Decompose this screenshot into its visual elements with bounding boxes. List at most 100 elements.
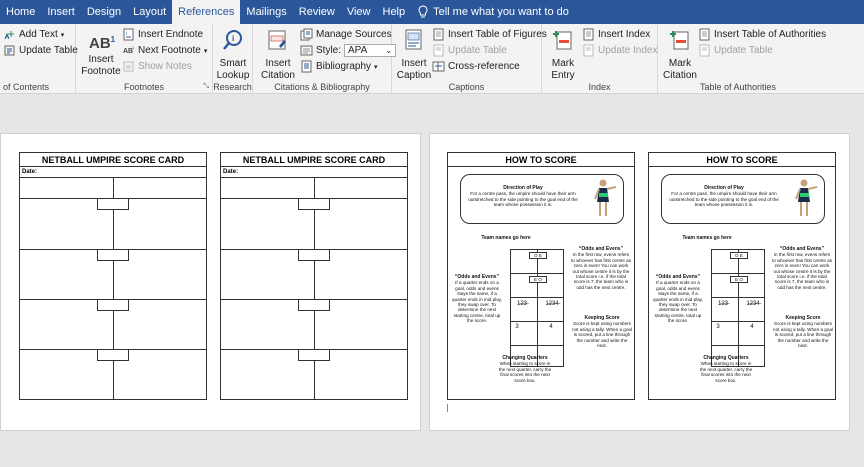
direction-of-play-title: Direction of Play <box>704 185 744 191</box>
update-index-icon <box>583 44 594 57</box>
add-text-label: Add Text <box>19 29 58 40</box>
manage-sources-button[interactable]: Manage Sources <box>300 28 392 41</box>
update-table-authorities-button[interactable]: Update Table <box>698 44 773 57</box>
quarter-box <box>97 349 129 361</box>
group-footnotes: AB1 Insert Footnote i Insert Endnote AB 1… <box>76 24 213 94</box>
tab-insert[interactable]: Insert <box>41 0 81 24</box>
keeping-score-body: Score is kept using numbers not using a … <box>773 321 833 349</box>
citation-style-selector[interactable]: Style: APA ⌄ <box>300 44 397 57</box>
style-select[interactable]: APA ⌄ <box>344 44 397 57</box>
odds-evens-body: If a quarter ends on a goal, odds and ev… <box>452 280 502 324</box>
how-to-score-title: HOW TO SCORE <box>448 153 634 167</box>
svg-text:i: i <box>232 34 234 43</box>
changing-quarters-body: When starting to score in the next quart… <box>498 361 552 383</box>
ribbon: Add Text ▾ Update Table of Contents AB1 I… <box>0 24 864 94</box>
insert-table-of-authorities-button[interactable]: Insert Table of Authorities <box>698 28 826 41</box>
insert-caption-button[interactable]: Insert Caption <box>394 28 434 82</box>
team-names-note: Team names go here <box>476 235 536 241</box>
caption-icon <box>405 29 422 50</box>
dialog-launcher-icon[interactable]: ⤡ <box>203 83 209 91</box>
tab-help[interactable]: Help <box>377 0 412 24</box>
table-of-figures-icon <box>433 28 444 41</box>
tab-mailings[interactable]: Mailings <box>240 0 292 24</box>
cross-reference-label: Cross-reference <box>448 61 520 72</box>
update-table-icon <box>4 45 15 56</box>
keeping-score-note: Keeping Score Score is kept using numbers… <box>773 315 833 348</box>
insert-index-label: Insert Index <box>598 29 651 40</box>
score-card-date-label: Date: <box>20 167 206 178</box>
svg-text:1: 1 <box>132 45 135 50</box>
next-footnote-label: Next Footnote <box>138 45 201 56</box>
group-label-captions: Captions <box>448 82 485 92</box>
add-text-button[interactable]: Add Text ▾ <box>3 28 64 41</box>
insert-citation-button[interactable]: Insert Citation <box>256 28 300 82</box>
quarter-box <box>298 249 330 261</box>
direction-of-play-text: Direction of Play For a centre pass, the … <box>665 185 783 208</box>
tell-me-search[interactable]: Tell me what you want to do <box>417 5 569 19</box>
changing-quarters-title: Changing Quarters <box>502 355 548 361</box>
odds-evens-quarter-note: “Odds and Evens” If a quarter ends on a g… <box>450 274 504 324</box>
show-notes-button[interactable]: Show Notes <box>122 60 192 73</box>
chevron-down-icon: ▾ <box>374 63 378 71</box>
tab-layout[interactable]: Layout <box>127 0 172 24</box>
tab-review[interactable]: Review <box>293 0 341 24</box>
odds-evens-mark: O E <box>529 252 547 260</box>
insert-table-of-figures-button[interactable]: Insert Table of Figures <box>432 28 547 41</box>
keeping-score-title: Keeping Score <box>584 315 620 321</box>
footnote-superscript: 1 <box>110 35 116 44</box>
cross-reference-button[interactable]: Cross-reference <box>432 60 520 73</box>
update-index-button[interactable]: Update Index <box>582 44 658 57</box>
example-score-grid: O E E O 1̶2̶3̶ 1̶2̶3̶4̶ 3 4 <box>510 249 564 367</box>
mark-entry-button[interactable]: Mark Entry <box>544 28 582 82</box>
odds-evens-title: “Odds and Evens” <box>655 274 701 280</box>
tally-mark-away: 1̶2̶3̶4̶ <box>746 301 760 307</box>
changing-quarters-note: Changing Quarters When starting to score … <box>498 355 552 383</box>
tally-mark-away: 1̶2̶3̶4̶ <box>545 301 559 307</box>
insert-table-of-authorities-label: Insert Table of Authorities <box>714 29 827 40</box>
mark-citation-button[interactable]: Mark Citation <box>660 28 700 82</box>
tab-home[interactable]: Home <box>0 0 41 24</box>
footnote-ab-glyph: AB <box>89 35 111 52</box>
search-icon: i <box>223 30 242 50</box>
style-select-value: APA <box>348 45 368 56</box>
odds-evens-quarter-note: “Odds and Evens” If a quarter ends on a g… <box>651 274 705 324</box>
show-notes-label: Show Notes <box>138 61 192 72</box>
table-of-authorities-icon <box>699 28 710 41</box>
insert-endnote-button[interactable]: i Insert Endnote <box>122 28 203 41</box>
update-index-label: Update Index <box>598 45 658 56</box>
document-page-right[interactable]: HOW TO SCORE Direction of Play For a cent… <box>429 133 850 431</box>
group-label-research: Research <box>213 82 252 92</box>
tab-view[interactable]: View <box>341 0 377 24</box>
manage-sources-icon <box>300 28 313 41</box>
quarter-box <box>298 349 330 361</box>
group-label-authorities: Table of Authorities <box>699 82 777 92</box>
score-number-away: 4 <box>549 324 553 330</box>
insert-footnote-label: Insert Footnote <box>81 54 121 77</box>
update-table-toc-button[interactable]: Update Table <box>3 44 78 57</box>
cross-reference-icon <box>432 61 445 72</box>
insert-index-button[interactable]: Insert Index <box>582 28 650 41</box>
mark-entry-icon <box>553 31 572 50</box>
tab-design[interactable]: Design <box>81 0 127 24</box>
update-table-figures-button[interactable]: Update Table <box>432 44 507 57</box>
update-table-icon <box>433 44 444 57</box>
group-captions: Insert Caption Insert Table of Figures U… <box>392 24 547 94</box>
lightbulb-icon <box>418 5 428 18</box>
direction-of-play-text: Direction of Play For a centre pass, the … <box>464 185 582 208</box>
document-page-left[interactable]: NETBALL UMPIRE SCORE CARD Date: NETBALL … <box>0 133 421 431</box>
tell-me-text: Tell me what you want to do <box>433 6 569 18</box>
score-card-title: NETBALL UMPIRE SCORE CARD <box>20 153 206 167</box>
document-area[interactable]: NETBALL UMPIRE SCORE CARD Date: NETBALL … <box>0 95 864 467</box>
citation-icon <box>268 30 286 50</box>
show-notes-icon <box>123 61 134 72</box>
insert-footnote-button[interactable]: AB1 Insert Footnote <box>80 28 122 78</box>
bibliography-button[interactable]: Bibliography ▾ <box>300 60 378 73</box>
next-footnote-button[interactable]: AB 1 Next Footnote ▾ <box>122 44 207 57</box>
tally-mark-home: 1̶2̶3̶ <box>717 301 728 307</box>
tab-references[interactable]: References <box>172 0 241 24</box>
keeping-score-title: Keeping Score <box>785 315 821 321</box>
smart-lookup-button[interactable]: i Smart Lookup <box>214 28 252 82</box>
insert-citation-label: Insert Citation <box>261 58 295 81</box>
umpire-figure-icon <box>795 179 818 216</box>
tally-mark-home: 1̶2̶3̶ <box>516 301 527 307</box>
